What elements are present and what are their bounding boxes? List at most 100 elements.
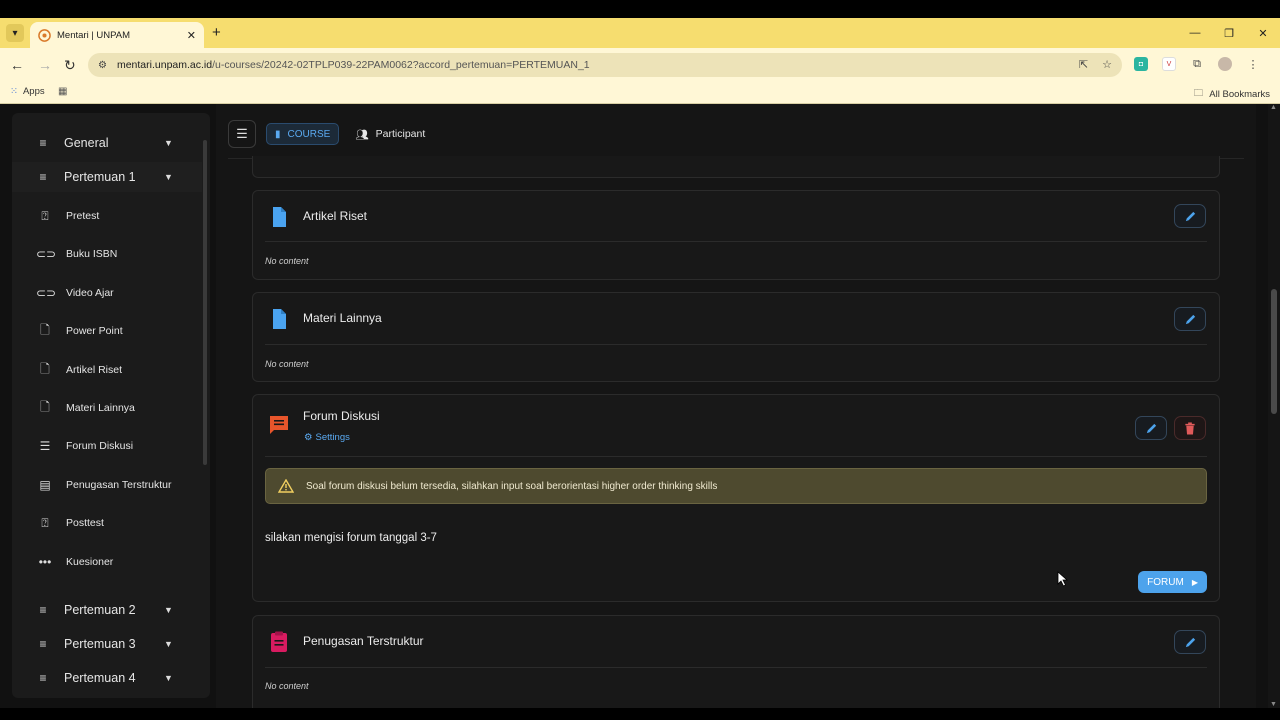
card-artikel-riset: Artikel Riset No content bbox=[252, 190, 1220, 280]
sidebar-item-kuesioner[interactable]: ••• Kuesioner bbox=[12, 547, 202, 577]
sidebar-section-pertemuan-1[interactable]: ≡ Pertemuan 1 ▼ bbox=[12, 162, 202, 192]
sidebar-item-label: Buku ISBN bbox=[66, 248, 118, 260]
forward-icon[interactable]: → bbox=[38, 57, 52, 73]
profile-avatar[interactable] bbox=[1218, 57, 1232, 71]
link-icon: ⊂⊃ bbox=[36, 247, 57, 261]
all-bookmarks[interactable]: 🗀 All Bookmarks bbox=[1194, 86, 1270, 102]
site-info-icon[interactable]: ⚙ bbox=[98, 60, 107, 71]
card-divider bbox=[265, 456, 1207, 457]
tab-participant-label: Participant bbox=[375, 128, 426, 140]
sidebar-item-buku-isbn[interactable]: ⊂⊃ Buku ISBN bbox=[12, 239, 202, 269]
sidebar-item-artikel-riset[interactable]: 🗋 Artikel Riset bbox=[12, 355, 202, 385]
browser-tab-active[interactable]: Mentari | UNPAM ✕ bbox=[30, 22, 204, 48]
screen-top-edge bbox=[0, 0, 1280, 18]
new-tab-icon[interactable]: + bbox=[212, 24, 221, 41]
card-penugasan-terstruktur: Penugasan Terstruktur No content bbox=[252, 615, 1220, 715]
card-title: Penugasan Terstruktur bbox=[303, 634, 424, 648]
main-content: ☰ ▮ COURSE 👥︎ Participant Artikel Riset bbox=[216, 104, 1256, 715]
restore-icon[interactable]: ❐ bbox=[1212, 18, 1246, 48]
extension-shield-icon[interactable]: ◘ bbox=[1134, 57, 1148, 71]
previous-card-bottom bbox=[252, 156, 1220, 178]
sidebar-item-label: Penugasan Terstruktur bbox=[66, 479, 172, 491]
list-icon: ≡ bbox=[39, 136, 47, 150]
link-icon: ⊂⊃ bbox=[36, 286, 57, 300]
sidebar-scrollbar[interactable] bbox=[203, 140, 207, 465]
window-close-icon[interactable]: ✕ bbox=[1246, 18, 1280, 48]
sidebar-item-materi-lainnya[interactable]: 🗋 Materi Lainnya bbox=[12, 393, 202, 423]
list-icon: ≡ bbox=[39, 603, 47, 617]
sidebar-section-pertemuan-3[interactable]: ≡ Pertemuan 3 ▼ bbox=[12, 629, 202, 659]
pencil-icon bbox=[1185, 637, 1195, 647]
people-icon: 👥︎ bbox=[355, 128, 369, 141]
bookmarks-bar: ⁙ Apps ▦ 🗀 All Bookmarks bbox=[0, 82, 1280, 104]
browser-menu-icon[interactable]: ⋮ bbox=[1246, 57, 1260, 71]
sidebar-item-label: Posttest bbox=[66, 517, 104, 529]
extensions-puzzle-icon[interactable]: ⧉ bbox=[1190, 57, 1204, 71]
settings-link[interactable]: ⚙ Settings bbox=[304, 432, 350, 443]
card-note: No content bbox=[265, 256, 309, 266]
more-icon: ••• bbox=[38, 555, 52, 569]
minimize-icon[interactable]: — bbox=[1178, 18, 1212, 48]
forum-button[interactable]: FORUM ▶ bbox=[1138, 571, 1207, 593]
page-scrollbar[interactable]: ▲ ▼ bbox=[1268, 104, 1280, 708]
sidebar-item-posttest[interactable]: ⍰ Posttest bbox=[12, 508, 202, 538]
scroll-down-icon[interactable]: ▼ bbox=[1270, 701, 1277, 708]
sidebar-item-power-point[interactable]: 🗋 Power Point bbox=[12, 316, 202, 346]
sidebar-section-general[interactable]: ≡ General ▼ bbox=[12, 128, 202, 158]
sidebar-item-video-ajar[interactable]: ⊂⊃ Video Ajar bbox=[12, 278, 202, 308]
url-text: mentari.unpam.ac.id/u-courses/20242-02TP… bbox=[117, 59, 590, 71]
sidebar-item-penugasan-terstruktur[interactable]: ▤ Penugasan Terstruktur bbox=[12, 470, 202, 500]
delete-button[interactable] bbox=[1174, 416, 1206, 440]
tab-groups-icon[interactable]: ▦ bbox=[58, 86, 67, 97]
quiz-icon: ⍰ bbox=[41, 208, 49, 223]
menu-toggle-button[interactable]: ☰ bbox=[228, 120, 256, 148]
open-in-app-icon[interactable]: ⇱ bbox=[1079, 58, 1088, 71]
quiz-icon: ⍰ bbox=[41, 515, 49, 530]
browser-tabstrip: ▾ Mentari | UNPAM ✕ + — ❐ ✕ bbox=[0, 18, 1280, 48]
tab-title: Mentari | UNPAM bbox=[57, 29, 131, 41]
sidebar-item-label: Forum Diskusi bbox=[66, 440, 134, 452]
edit-button[interactable] bbox=[1174, 307, 1206, 331]
list-icon: ≡ bbox=[39, 671, 47, 685]
pencil-icon bbox=[1185, 314, 1195, 324]
sidebar-section-label: Pertemuan 3 bbox=[64, 637, 136, 651]
reload-icon[interactable]: ↻ bbox=[64, 57, 76, 74]
sidebar-section-label: Pertemuan 2 bbox=[64, 603, 136, 617]
pencil-icon bbox=[1146, 423, 1156, 433]
sidebar-item-forum-diskusi[interactable]: ☰ Forum Diskusi bbox=[12, 431, 202, 461]
folder-icon: 🗀 bbox=[1193, 88, 1204, 99]
apps-grid-icon: ⁙ bbox=[10, 86, 18, 97]
tab-search-button[interactable]: ▾ bbox=[6, 24, 24, 42]
tab-participant[interactable]: 👥︎ Participant bbox=[349, 123, 431, 145]
edit-button[interactable] bbox=[1135, 416, 1167, 440]
address-bar[interactable]: ⚙ mentari.unpam.ac.id/u-courses/20242-02… bbox=[88, 53, 1122, 77]
edit-button[interactable] bbox=[1174, 630, 1206, 654]
caret-down-icon: ▼ bbox=[164, 172, 173, 182]
assignment-icon: ▤ bbox=[39, 478, 51, 492]
scrollbar-thumb[interactable] bbox=[1271, 289, 1277, 414]
page-content: ≡ General ▼ ≡ Pertemuan 1 ▼ ⍰ Pretest ⊂⊃… bbox=[0, 104, 1280, 715]
sidebar-item-pretest[interactable]: ⍰ Pretest bbox=[12, 201, 202, 231]
edit-button[interactable] bbox=[1174, 204, 1206, 228]
warning-alert: Soal forum diskusi belum tersedia, silah… bbox=[265, 468, 1207, 504]
gear-icon: ⚙ bbox=[304, 432, 313, 443]
card-title: Materi Lainnya bbox=[303, 311, 382, 325]
back-icon[interactable]: ← bbox=[10, 57, 24, 73]
scroll-up-icon[interactable]: ▲ bbox=[1270, 104, 1277, 111]
bookmark-star-icon[interactable]: ☆ bbox=[1102, 58, 1112, 71]
sidebar-item-label: Video Ajar bbox=[66, 287, 114, 299]
caret-down-icon: ▼ bbox=[164, 639, 173, 649]
trash-icon bbox=[1185, 421, 1195, 435]
sidebar-section-label: General bbox=[64, 136, 109, 150]
warning-icon bbox=[278, 479, 294, 493]
url-domain: mentari.unpam.ac.id bbox=[116, 59, 213, 71]
tab-close-icon[interactable]: ✕ bbox=[187, 29, 196, 42]
sidebar-section-pertemuan-4[interactable]: ≡ Pertemuan 4 ▼ bbox=[12, 663, 202, 693]
sidebar-item-label: Materi Lainnya bbox=[66, 402, 135, 414]
document-icon bbox=[273, 207, 286, 227]
bookmark-apps[interactable]: ⁙ Apps bbox=[10, 86, 45, 97]
list-icon: ≡ bbox=[39, 170, 47, 184]
sidebar-section-pertemuan-2[interactable]: ≡ Pertemuan 2 ▼ bbox=[12, 595, 202, 625]
extension-vpn-icon[interactable]: V bbox=[1162, 57, 1176, 71]
tab-course[interactable]: ▮ COURSE bbox=[266, 123, 340, 145]
